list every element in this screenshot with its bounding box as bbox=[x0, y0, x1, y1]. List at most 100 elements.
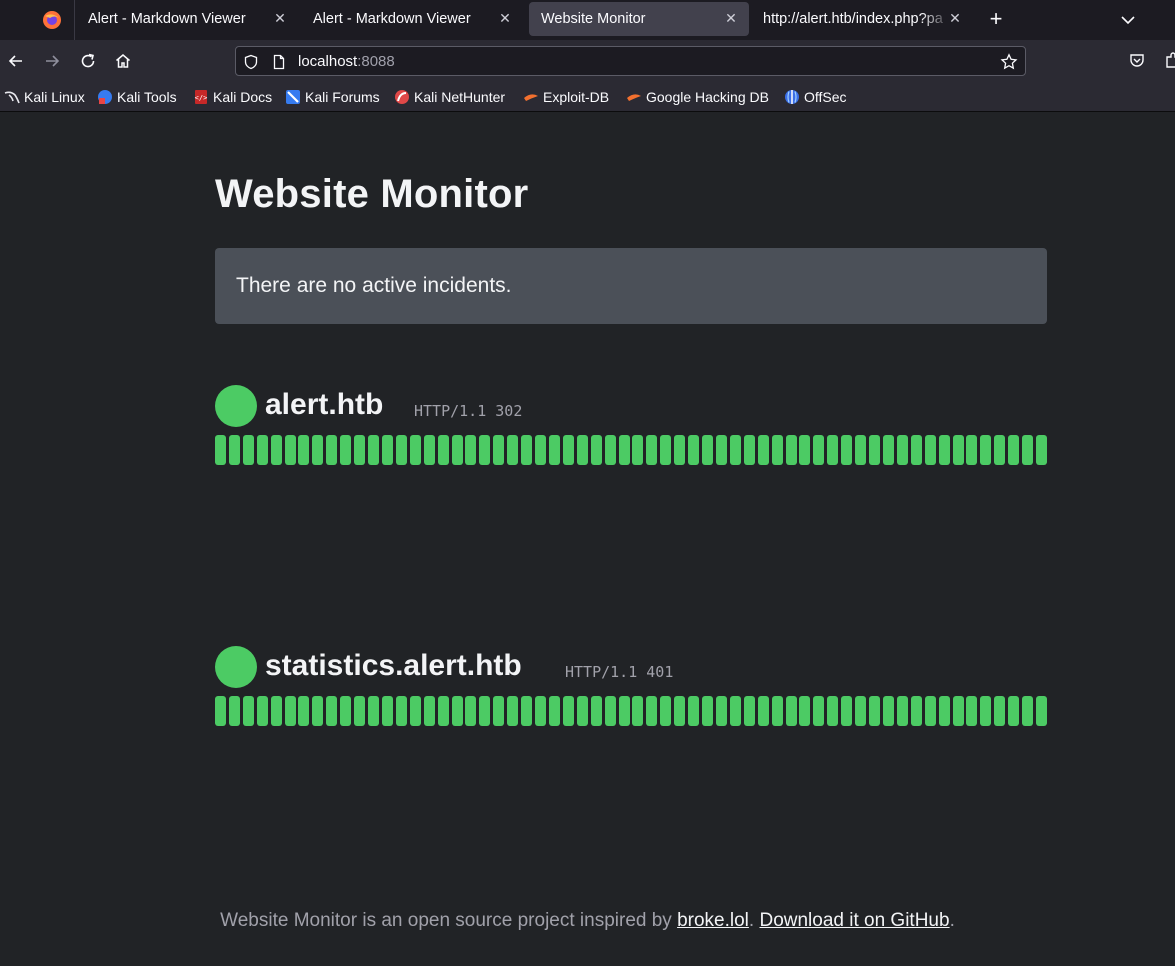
uptime-bar[interactable] bbox=[452, 435, 463, 465]
uptime-bar[interactable] bbox=[841, 696, 852, 726]
uptime-bar[interactable] bbox=[827, 696, 838, 726]
uptime-bar[interactable] bbox=[396, 696, 407, 726]
bookmark-kali-docs[interactable]: </> Kali Docs bbox=[193, 88, 272, 106]
uptime-bar[interactable] bbox=[493, 696, 504, 726]
uptime-bar[interactable] bbox=[869, 696, 880, 726]
uptime-bar[interactable] bbox=[772, 435, 783, 465]
uptime-bar[interactable] bbox=[744, 696, 755, 726]
uptime-bar[interactable] bbox=[1036, 696, 1047, 726]
uptime-bar[interactable] bbox=[758, 435, 769, 465]
uptime-bar[interactable] bbox=[744, 435, 755, 465]
uptime-bar[interactable] bbox=[215, 435, 226, 465]
tab-markdown-viewer-1[interactable]: Alert - Markdown Viewer ✕ bbox=[76, 2, 298, 36]
uptime-bar[interactable] bbox=[396, 435, 407, 465]
uptime-bar[interactable] bbox=[799, 696, 810, 726]
uptime-bar[interactable] bbox=[298, 435, 309, 465]
uptime-bar[interactable] bbox=[925, 435, 936, 465]
uptime-bar[interactable] bbox=[591, 435, 602, 465]
chevron-down-icon[interactable] bbox=[1116, 8, 1140, 32]
uptime-bar[interactable] bbox=[674, 435, 685, 465]
uptime-bar[interactable] bbox=[424, 435, 435, 465]
uptime-bar[interactable] bbox=[925, 696, 936, 726]
uptime-bar[interactable] bbox=[897, 435, 908, 465]
uptime-bar[interactable] bbox=[257, 696, 268, 726]
uptime-bar[interactable] bbox=[452, 696, 463, 726]
uptime-bar[interactable] bbox=[758, 696, 769, 726]
uptime-bar[interactable] bbox=[813, 435, 824, 465]
uptime-bar[interactable] bbox=[368, 435, 379, 465]
uptime-bar[interactable] bbox=[229, 696, 240, 726]
uptime-bar[interactable] bbox=[911, 435, 922, 465]
uptime-bar[interactable] bbox=[841, 435, 852, 465]
bookmark-kali-nethunter[interactable]: Kali NetHunter bbox=[394, 88, 505, 106]
uptime-bar[interactable] bbox=[994, 696, 1005, 726]
uptime-bar[interactable] bbox=[619, 696, 630, 726]
uptime-bar[interactable] bbox=[869, 435, 880, 465]
close-icon[interactable]: ✕ bbox=[272, 10, 288, 26]
uptime-bar[interactable] bbox=[549, 435, 560, 465]
uptime-bar[interactable] bbox=[577, 435, 588, 465]
url-bar[interactable]: localhost:8088 bbox=[235, 46, 1026, 76]
uptime-bar[interactable] bbox=[716, 435, 727, 465]
close-icon[interactable]: ✕ bbox=[497, 10, 513, 26]
uptime-bar[interactable] bbox=[479, 696, 490, 726]
uptime-bar[interactable] bbox=[340, 435, 351, 465]
new-tab-icon[interactable]: + bbox=[984, 8, 1008, 32]
back-icon[interactable] bbox=[4, 49, 28, 73]
uptime-bar[interactable] bbox=[382, 696, 393, 726]
uptime-bar[interactable] bbox=[382, 435, 393, 465]
uptime-bar[interactable] bbox=[521, 696, 532, 726]
uptime-bar[interactable] bbox=[563, 435, 574, 465]
uptime-bar[interactable] bbox=[605, 435, 616, 465]
uptime-bar[interactable] bbox=[271, 696, 282, 726]
uptime-bar[interactable] bbox=[883, 696, 894, 726]
uptime-bar[interactable] bbox=[1036, 435, 1047, 465]
uptime-bar[interactable] bbox=[493, 435, 504, 465]
uptime-bar[interactable] bbox=[591, 696, 602, 726]
uptime-bar[interactable] bbox=[577, 696, 588, 726]
uptime-bar[interactable] bbox=[243, 696, 254, 726]
forward-icon[interactable] bbox=[40, 49, 64, 73]
uptime-bar[interactable] bbox=[688, 696, 699, 726]
reload-icon[interactable] bbox=[76, 49, 100, 73]
uptime-bar[interactable] bbox=[660, 435, 671, 465]
bookmark-kali-tools[interactable]: Kali Tools bbox=[97, 88, 177, 106]
uptime-bar[interactable] bbox=[799, 435, 810, 465]
uptime-bar[interactable] bbox=[772, 696, 783, 726]
uptime-bar[interactable] bbox=[730, 696, 741, 726]
uptime-bar[interactable] bbox=[326, 696, 337, 726]
uptime-bar[interactable] bbox=[646, 696, 657, 726]
pocket-icon[interactable] bbox=[1125, 49, 1149, 73]
tab-alert-index[interactable]: http://alert.htb/index.php?pa ✕ bbox=[751, 2, 973, 36]
uptime-bar[interactable] bbox=[1008, 435, 1019, 465]
uptime-bar[interactable] bbox=[521, 435, 532, 465]
uptime-bar[interactable] bbox=[897, 696, 908, 726]
uptime-bar[interactable] bbox=[326, 435, 337, 465]
url-text[interactable]: localhost:8088 bbox=[298, 53, 395, 70]
uptime-bar[interactable] bbox=[285, 435, 296, 465]
uptime-bar[interactable] bbox=[883, 435, 894, 465]
uptime-bar[interactable] bbox=[312, 696, 323, 726]
uptime-bar[interactable] bbox=[702, 696, 713, 726]
uptime-bar[interactable] bbox=[632, 696, 643, 726]
uptime-bar[interactable] bbox=[271, 435, 282, 465]
uptime-bar[interactable] bbox=[479, 435, 490, 465]
uptime-bar[interactable] bbox=[410, 435, 421, 465]
uptime-bar[interactable] bbox=[438, 435, 449, 465]
uptime-bar[interactable] bbox=[215, 696, 226, 726]
uptime-bar[interactable] bbox=[424, 696, 435, 726]
uptime-bar[interactable] bbox=[354, 435, 365, 465]
uptime-bar[interactable] bbox=[465, 435, 476, 465]
uptime-bar[interactable] bbox=[786, 696, 797, 726]
uptime-bar[interactable] bbox=[410, 696, 421, 726]
uptime-bar[interactable] bbox=[674, 696, 685, 726]
uptime-bar[interactable] bbox=[285, 696, 296, 726]
close-icon[interactable]: ✕ bbox=[723, 10, 739, 26]
shield-icon[interactable] bbox=[242, 53, 260, 71]
bookmark-offsec[interactable]: OffSec bbox=[784, 88, 847, 106]
uptime-bar[interactable] bbox=[994, 435, 1005, 465]
home-icon[interactable] bbox=[111, 49, 135, 73]
uptime-bar[interactable] bbox=[966, 696, 977, 726]
uptime-bar[interactable] bbox=[911, 696, 922, 726]
uptime-bar[interactable] bbox=[243, 435, 254, 465]
